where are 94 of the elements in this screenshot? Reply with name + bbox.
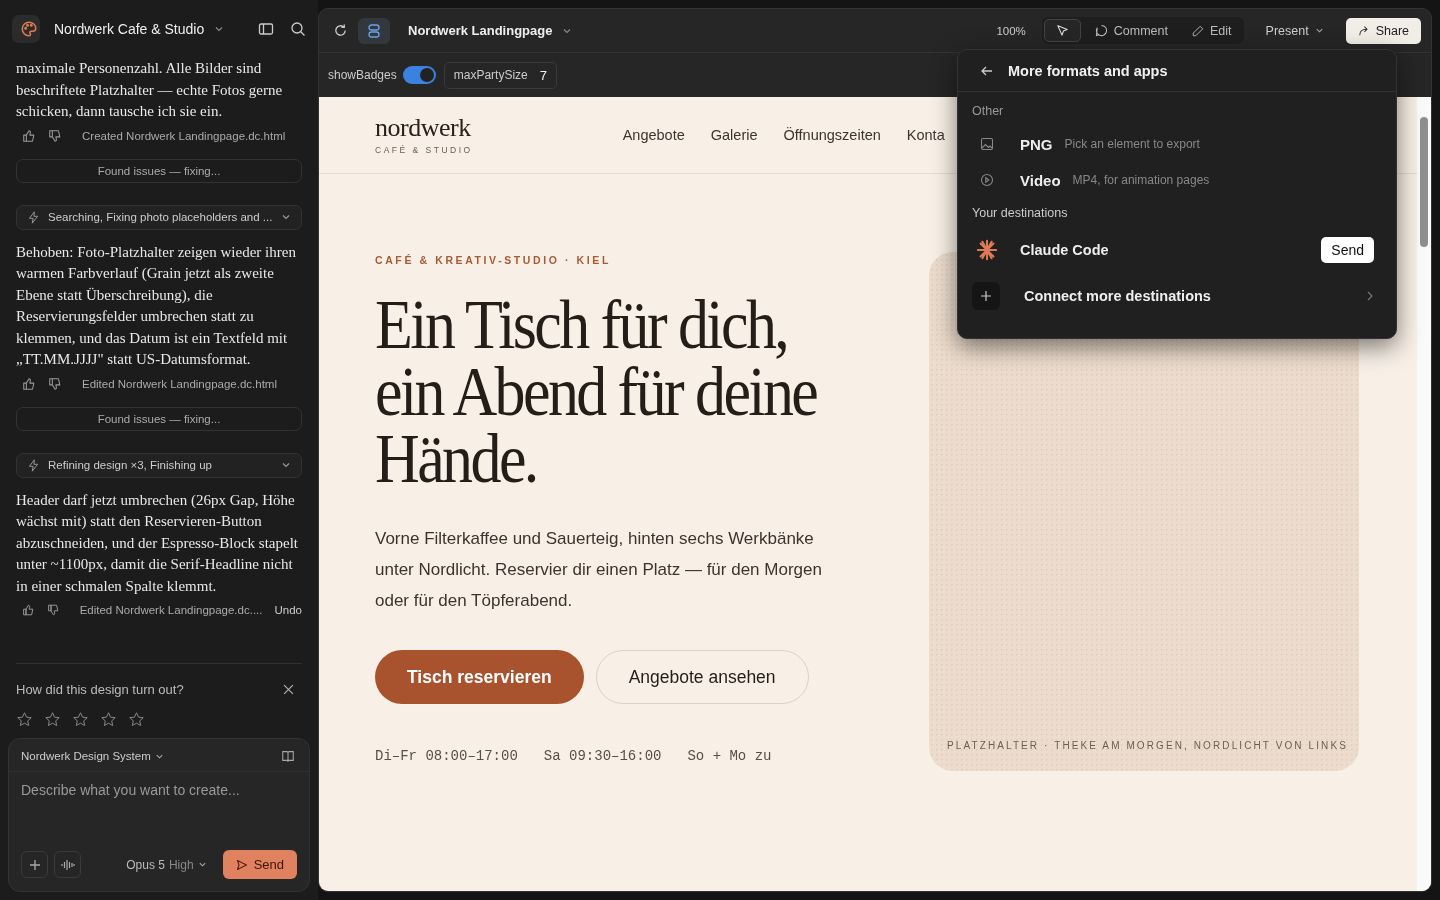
- image-icon: [980, 137, 994, 151]
- project-menu[interactable]: Nordwerk Cafe & Studio: [54, 21, 205, 37]
- message-text: maximale Personenzahl. Alle Bilder sind beschriftete Platzhalter — echte Fotos gerne schicken, dann tausche ich sie ein.: [16, 59, 284, 121]
- thumbs-down-icon[interactable]: [46, 603, 60, 617]
- send-button[interactable]: Send: [1321, 237, 1374, 263]
- thumbs-down-icon[interactable]: [48, 128, 62, 143]
- intro-paragraph: Vorne Filterkaffee und Sauerteig, hinten sechs Werkbänke unter Nordlicht. Reservier dir einen Platz — für den Morgen oder für den Töpferabend.: [375, 528, 823, 612]
- zoom-level[interactable]: 100%: [996, 24, 1026, 37]
- message-text: Behoben: Foto-Platzhalter zeigen wieder ihren warmen Farbverlauf (Grain jetzt als zweite Ebene statt Überschreibung), die Reservierungsfelder umbrechen statt zu klemmen, und das Datum ist ein Textfeld mit „TT.MM.JJJJ" statt US-Datumsformat.: [16, 242, 297, 369]
- steps-toggle[interactable]: Searching, Fixing photo placeholders and ...: [16, 204, 302, 230]
- export-format-option[interactable]: PNG: [1020, 135, 1053, 153]
- lightning-icon: [27, 210, 40, 224]
- export-format-option[interactable]: Video: [1020, 171, 1061, 189]
- book-icon[interactable]: [281, 749, 295, 763]
- file-label: Edited Nordwerk Landingpage.dc.html: [82, 377, 277, 390]
- thumbs-up-icon[interactable]: [22, 128, 36, 143]
- plus-icon: [28, 858, 41, 871]
- send-button[interactable]: Send: [222, 850, 297, 879]
- add-button[interactable]: [21, 851, 48, 878]
- chevron-down-icon: [1314, 26, 1324, 35]
- nav-link[interactable]: Galerie: [710, 127, 758, 143]
- opening-hours: Sa 09:30–16:00: [543, 748, 662, 764]
- feedback-question: How did this design turn out?: [16, 682, 184, 697]
- nav-link[interactable]: Konta: [906, 127, 945, 143]
- model-selector[interactable]: Opus 5 High: [126, 857, 207, 872]
- toggle-switch[interactable]: [402, 66, 436, 84]
- photo-caption: PLATZHALTER · THEKE AM MORGEN, NORDLICHT VON LINKS: [947, 740, 1348, 751]
- undo-button[interactable]: Undo: [274, 604, 302, 616]
- toggles-icon: [366, 22, 382, 39]
- opening-hours: Di–Fr 08:00–17:00: [375, 748, 518, 764]
- destination-name: Claude Code: [1020, 242, 1109, 258]
- eyebrow-text: CAFÉ & KREATIV-STUDIO · KIEL: [375, 254, 612, 266]
- connect-destinations-item[interactable]: Connect more destinations: [972, 272, 1382, 320]
- components-button[interactable]: [358, 17, 390, 44]
- cursor-icon: [1055, 24, 1069, 37]
- prompt-composer[interactable]: Nordwerk Design System Describe what you want to create... Opus 5 High Send: [8, 738, 310, 892]
- star-icon[interactable]: [100, 711, 117, 728]
- opening-hours: So + Mo zu: [687, 748, 772, 764]
- edit-tool[interactable]: Edit: [1182, 19, 1242, 42]
- star-icon[interactable]: [16, 711, 33, 728]
- logo-tagline: CAFÉ & STUDIO: [375, 145, 473, 155]
- lightning-icon: [27, 458, 40, 472]
- file-label: Edited Nordwerk Landingpage.dc....: [79, 604, 263, 616]
- thumbs-up-icon[interactable]: [22, 603, 35, 617]
- project-icon-button[interactable]: [12, 15, 40, 43]
- share-arrow-icon: [1357, 24, 1370, 37]
- thumbs-up-icon[interactable]: [22, 376, 36, 391]
- pencil-icon: [1192, 24, 1204, 37]
- status-pill: Found issues — fixing...: [16, 158, 302, 183]
- play-circle-icon: [980, 173, 994, 187]
- logo-wordmark[interactable]: nordwerk: [375, 115, 473, 141]
- share-button[interactable]: Share: [1345, 17, 1421, 44]
- asterisk-logo-icon: [976, 239, 998, 261]
- headline-line: Ein Tisch für dich,: [375, 288, 789, 363]
- comment-tool[interactable]: Comment: [1084, 19, 1178, 42]
- reserve-button[interactable]: Tisch reservieren: [375, 650, 584, 704]
- nav-link[interactable]: Angebote: [622, 127, 685, 143]
- chat-search-icon[interactable]: [290, 21, 306, 37]
- file-menu[interactable]: Nordwerk Landingpage: [408, 23, 553, 38]
- send-icon: [235, 858, 248, 871]
- waveform-icon: [60, 858, 75, 871]
- number-field[interactable]: maxPartySize 7: [443, 61, 557, 89]
- chevron-down-icon: [281, 212, 291, 222]
- plus-icon: [980, 290, 992, 302]
- status-pill: Found issues — fixing...: [16, 406, 302, 431]
- thumbs-down-icon[interactable]: [48, 376, 62, 391]
- nav-link[interactable]: Öffnungszeiten: [783, 127, 881, 143]
- present-menu[interactable]: Present: [1265, 23, 1324, 38]
- file-label: Created Nordwerk Landingpage.dc.html: [82, 129, 286, 142]
- chevron-right-icon: [1366, 291, 1374, 301]
- voice-button[interactable]: [54, 851, 81, 878]
- star-icon[interactable]: [44, 711, 61, 728]
- chevron-down-icon: [281, 460, 291, 470]
- scrollbar[interactable]: [1417, 97, 1431, 891]
- design-system-menu[interactable]: Nordwerk Design System: [21, 750, 164, 762]
- prop-label: showBadges: [328, 68, 397, 82]
- select-tool[interactable]: [1043, 19, 1081, 42]
- star-icon[interactable]: [128, 711, 145, 728]
- section-heading: Other: [972, 103, 1005, 120]
- section-heading: Your destinations: [972, 205, 1069, 222]
- palette-icon: [20, 20, 38, 38]
- format-description: Pick an element to export: [1064, 137, 1200, 151]
- sidebar-toggle-icon[interactable]: [258, 21, 274, 37]
- chevron-down-icon: [214, 24, 225, 34]
- format-description: MP4, for animation pages: [1072, 173, 1210, 187]
- popover-title: More formats and apps: [1008, 62, 1168, 79]
- reload-icon[interactable]: [333, 23, 348, 38]
- chevron-down-icon: [197, 860, 207, 869]
- close-icon[interactable]: [283, 684, 294, 695]
- comment-icon: [1094, 24, 1108, 37]
- star-icon[interactable]: [72, 711, 89, 728]
- steps-toggle[interactable]: Refining design ×3, Finishing up: [16, 452, 302, 478]
- message-text: Header darf jetzt umbrechen (26px Gap, Höhe wächst mit) statt den Reservieren-Button abzuschneiden, und der Espresso-Block stapelt unter ~1100px, damit die Serif-Headline nicht in einer schmalen Spalte klemmt.: [16, 490, 299, 596]
- headline-line: Hände.: [375, 422, 538, 497]
